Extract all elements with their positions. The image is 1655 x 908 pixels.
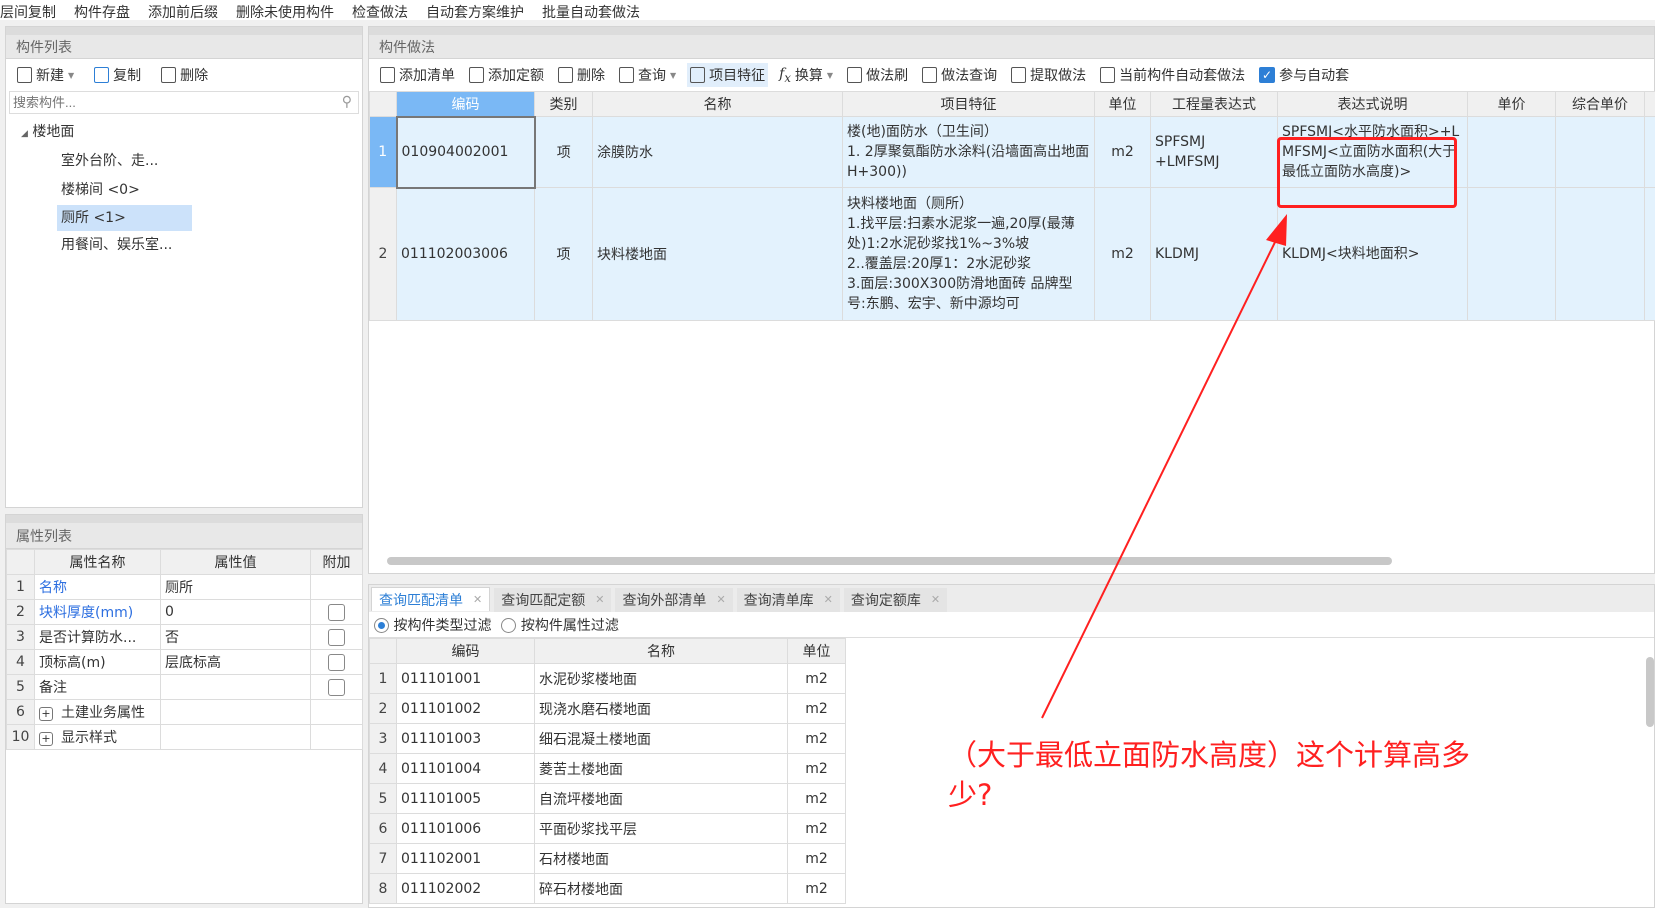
annotation-text: （大于最低立面防水高度）这个计算高多少? (948, 738, 1471, 812)
